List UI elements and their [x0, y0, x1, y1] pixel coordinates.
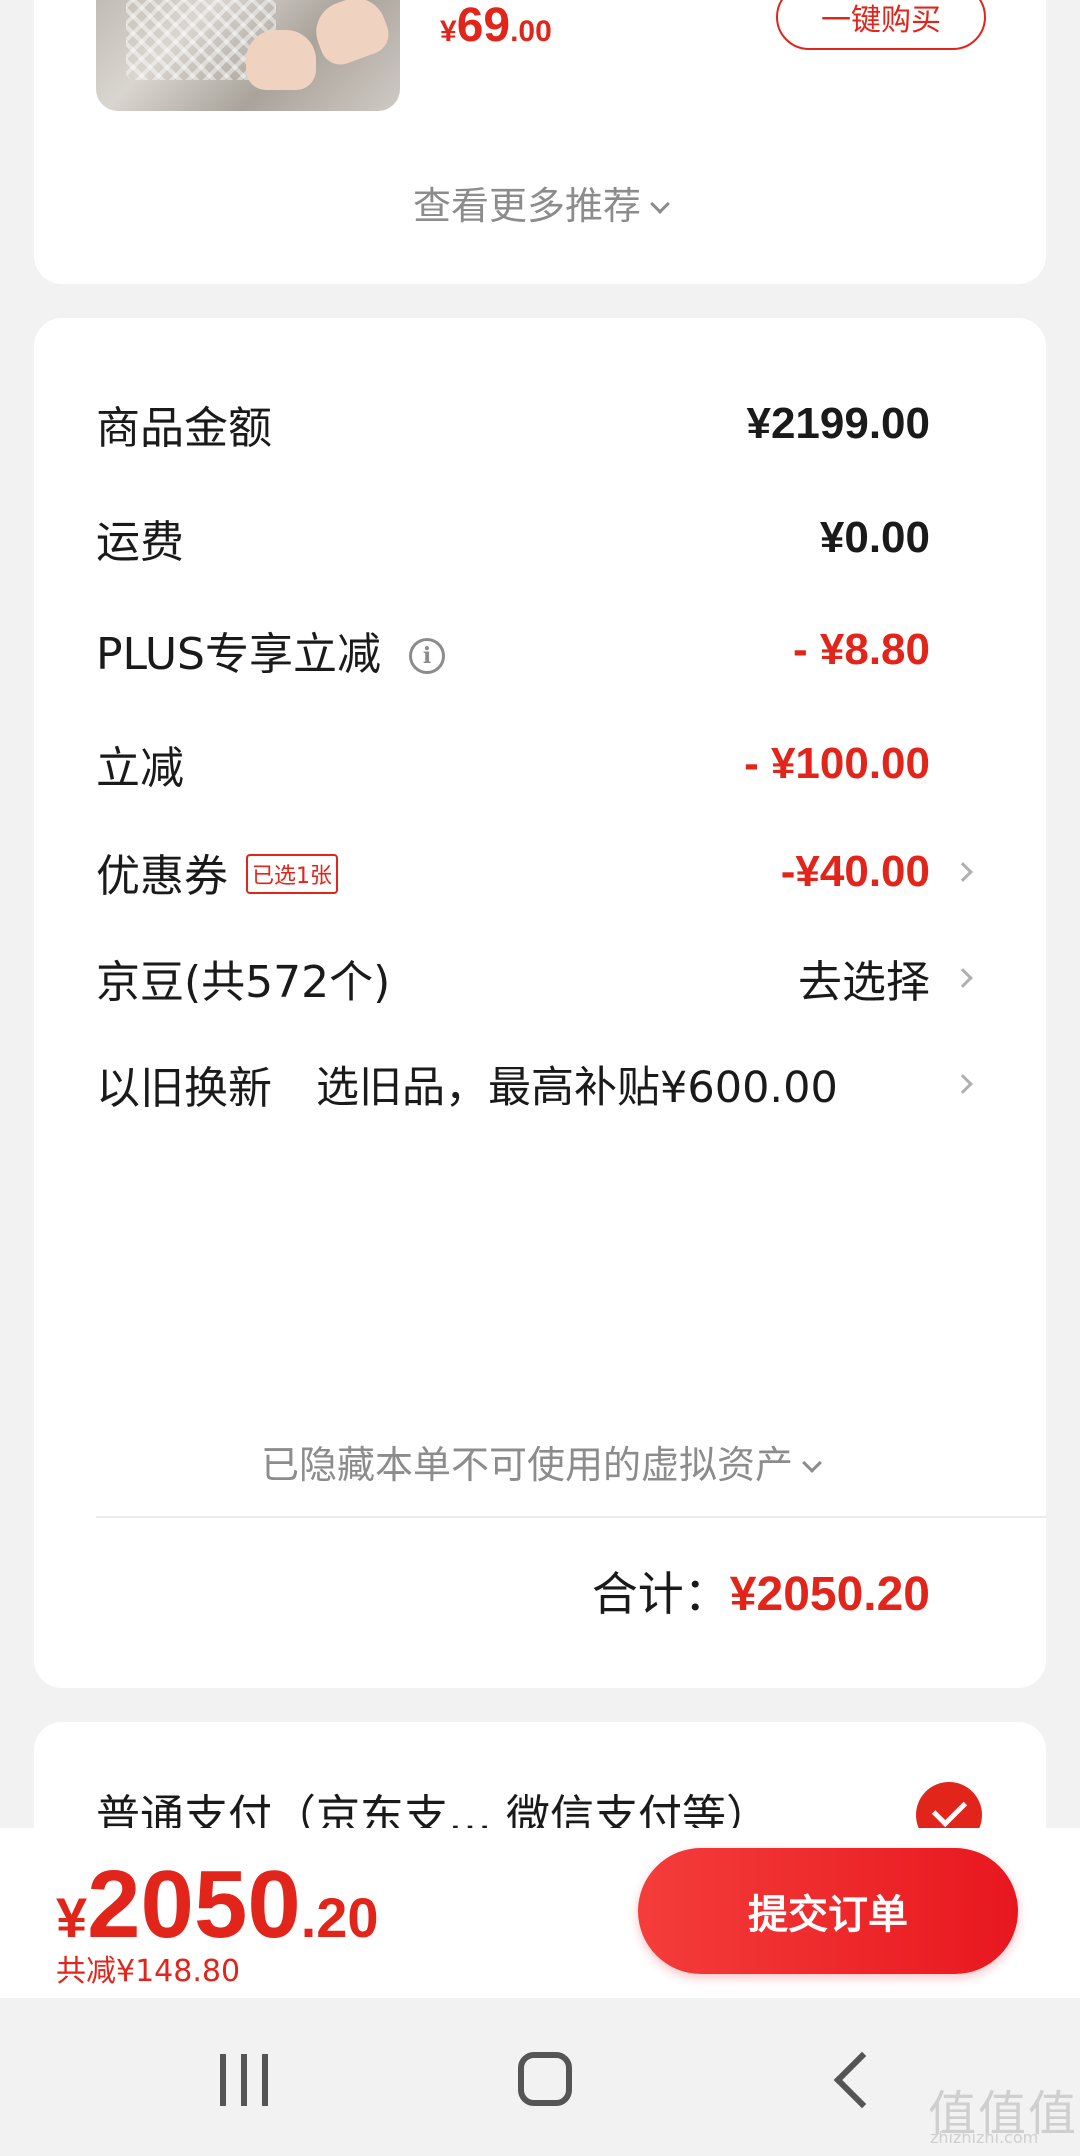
more-recommend-link[interactable]: 查看更多推荐 [34, 175, 1046, 230]
recommend-price: ¥69.00 [440, 0, 552, 52]
chevron-right-icon [953, 1074, 973, 1094]
shipping-label: 运费 [96, 517, 184, 568]
saved-amount: 共减¥148.80 [56, 1954, 241, 1989]
total-value: ¥2050.20 [729, 1568, 930, 1621]
recents-icon[interactable] [220, 2054, 268, 2106]
goods-amount-label: 商品金额 [96, 403, 272, 454]
system-nav-bar [0, 1998, 1080, 2156]
coupon-selected-badge: 已选1张 [246, 854, 338, 894]
order-summary-card: 商品金额 ¥2199.00 运费 ¥0.00 PLUS专享立减 i - ¥8.80… [34, 318, 1046, 1688]
chevron-down-icon [650, 194, 670, 214]
coupon-label-group: 优惠券 已选1张 [96, 840, 338, 904]
jingdou-row[interactable]: 京豆(共572个) 去选择 [96, 938, 1046, 1018]
trade-in-value: 选旧品，最高补贴¥600.00 [316, 1063, 838, 1113]
shipping-value: ¥0.00 [819, 513, 930, 562]
coupon-label: 优惠券 [96, 851, 228, 902]
hidden-assets-toggle[interactable]: 已隐藏本单不可使用的虚拟资产 [34, 1434, 1046, 1489]
plus-discount-label: PLUS专享立减 [96, 629, 381, 680]
bottom-action-bar: ¥2050.20 共减¥148.80 提交订单 [0, 1828, 1080, 1998]
plus-discount-row: PLUS专享立减 i - ¥8.80 [96, 610, 1046, 690]
recommend-product-image[interactable] [96, 0, 400, 111]
chevron-right-icon [953, 862, 973, 882]
coupon-row[interactable]: 优惠券 已选1张 -¥40.00 [96, 832, 1046, 912]
jingdou-select-value: 去选择 [798, 957, 930, 1008]
info-circle-icon[interactable]: i [409, 638, 445, 674]
jingdou-label: 京豆(共572个) [96, 957, 391, 1008]
goods-amount-value: ¥2199.00 [746, 399, 930, 448]
total-row: 合计：¥2050.20 [592, 1558, 930, 1624]
instant-discount-value: - ¥100.00 [744, 739, 930, 788]
final-price: ¥2050.20 [56, 1851, 379, 1958]
total-label: 合计： [591, 1567, 730, 1621]
goods-amount-row: 商品金额 ¥2199.00 [96, 384, 1046, 464]
submit-order-button[interactable]: 提交订单 [638, 1848, 1018, 1974]
home-icon[interactable] [518, 2052, 572, 2106]
trade-in-label: 以旧换新 [96, 1063, 272, 1114]
coupon-value: -¥40.00 [780, 847, 930, 896]
plus-discount-label-group: PLUS专享立减 i [96, 618, 445, 682]
buy-now-button[interactable]: 一键购买 [776, 0, 986, 50]
divider [96, 1516, 1046, 1518]
chevron-right-icon [953, 968, 973, 988]
hidden-assets-label: 已隐藏本单不可使用的虚拟资产 [260, 1443, 793, 1487]
more-recommend-label: 查看更多推荐 [412, 184, 641, 228]
watermark-url: zhizhizhi.com [930, 2128, 1039, 2147]
instant-discount-row: 立减 - ¥100.00 [96, 724, 1046, 804]
instant-discount-label: 立减 [96, 743, 184, 794]
chevron-down-icon [802, 1453, 822, 1473]
plus-discount-value: - ¥8.80 [793, 625, 930, 674]
shipping-row: 运费 ¥0.00 [96, 498, 1046, 578]
trade-in-row[interactable]: 以旧换新 选旧品，最高补贴¥600.00 [96, 1044, 1046, 1124]
back-icon[interactable] [833, 2051, 891, 2109]
recommend-card: ¥69.00 一键购买 查看更多推荐 [34, 0, 1046, 284]
